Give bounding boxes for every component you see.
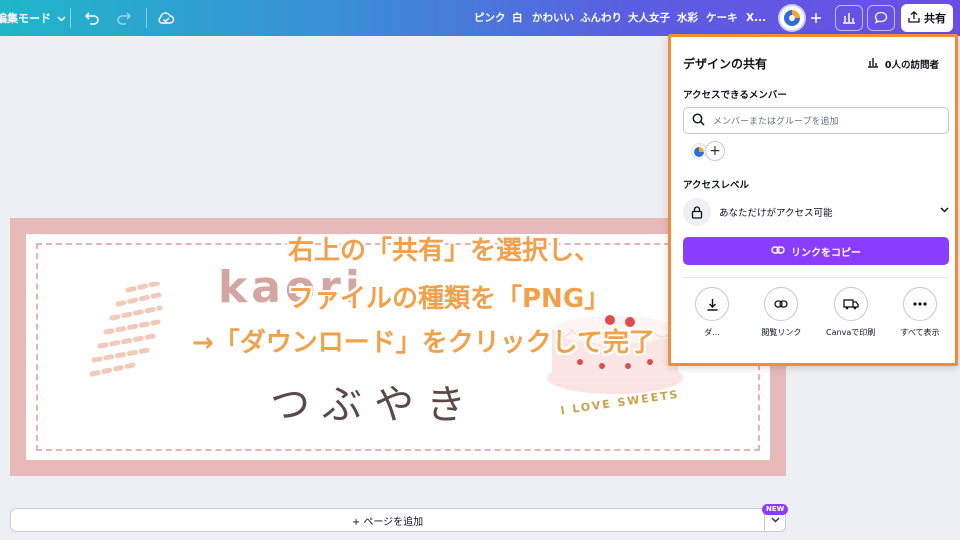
keyword-tag[interactable]: ピンク [474,0,506,36]
decorative-stripes [89,282,166,377]
print-action-label: Canvaで印刷 [826,328,876,337]
redo-icon[interactable] [114,8,134,28]
view-link-action-label: 閲覧リンク [761,328,802,337]
access-level-value: あなただけがアクセス可能 [719,208,833,219]
share-design-panel: デザインの共有 0人の訪問者 アクセスできるメンバー メンバーまたはグループを追… [668,34,958,366]
chevron-down-icon [57,12,66,25]
comments-button[interactable] [867,5,895,31]
member-search-input[interactable]: メンバーまたはグループを追加 [683,107,949,134]
download-icon [695,287,729,321]
print-action[interactable]: Canvaで印刷 [818,287,884,338]
keyword-tag[interactable]: X... [746,0,766,36]
access-level-dropdown[interactable]: あなただけがアクセス可能 [683,197,949,227]
member-avatars: + [691,141,725,161]
bar-chart-icon [867,57,879,71]
user-avatar[interactable] [780,6,804,30]
edit-mode-label: 編集モード [0,12,51,25]
comment-icon [874,9,888,28]
new-badge: NEW [762,504,789,515]
share-button-label: 共有 [924,12,946,25]
panel-title: デザインの共有 [683,57,768,71]
share-button[interactable]: 共有 [901,4,953,32]
add-member-button[interactable]: + [705,141,725,161]
link-icon [771,245,785,258]
add-collaborator-icon[interactable] [806,8,826,28]
keyword-tag[interactable]: ふんわり [580,0,622,36]
add-page-button[interactable]: + ページを追加 [10,508,765,532]
keyword-tag[interactable]: ケーキ [706,0,738,36]
toolbar-divider [70,8,71,28]
undo-icon[interactable] [82,8,102,28]
chevron-down-icon [771,515,780,526]
lock-icon [683,198,711,226]
upload-icon [908,10,920,26]
keyword-tag[interactable]: 白 [512,0,523,36]
copy-link-label: リンクをコピー [791,247,861,259]
search-icon [692,113,705,129]
view-link-action[interactable]: 閲覧リンク [748,287,814,338]
instruction-line-1: 右上の「共有」を選択し、 [288,236,601,266]
visitors-label: 0人の訪問者 [884,60,939,71]
download-action[interactable]: ダ... [679,287,745,338]
keyword-tag[interactable]: かわいい [532,0,574,36]
download-action-label: ダ... [704,328,720,337]
design-subtitle-text[interactable]: つぶやき [270,372,478,430]
member-search-placeholder: メンバーまたはグループを追加 [713,117,839,127]
visitors-count[interactable]: 0人の訪問者 [867,57,939,71]
cloud-saved-icon[interactable] [156,8,176,28]
more-icon [902,287,937,321]
keyword-tag[interactable]: 大人女子 [628,0,670,36]
see-all-action[interactable]: すべて表示 [887,287,953,338]
link-icon [764,287,799,321]
share-actions-row: ダ... 閲覧リンク Canvaで印刷 すべて表示 [679,287,953,338]
instruction-line-2: ファイルの種類を「PNG」 [288,284,611,314]
toolbar-divider [146,8,147,28]
chevron-down-icon [940,205,949,216]
edit-mode-dropdown[interactable]: 編集モード [0,0,66,36]
truck-icon [833,287,868,321]
top-toolbar: 編集モード ピンク 白 かわいい ふんわり 大人女子 水彩 ケーキ X... 共… [0,0,960,36]
see-all-action-label: すべて表示 [900,328,940,337]
access-level-label: アクセスレベル [683,180,750,191]
copy-link-button[interactable]: リンクをコピー [683,237,949,265]
insights-button[interactable] [835,5,863,31]
keyword-tag[interactable]: 水彩 [677,0,698,36]
panel-divider [683,277,949,278]
bar-chart-icon [842,9,856,28]
instruction-line-3: →「ダウンロード」をクリックして完了 [192,328,656,358]
members-label: アクセスできるメンバー [683,90,787,101]
